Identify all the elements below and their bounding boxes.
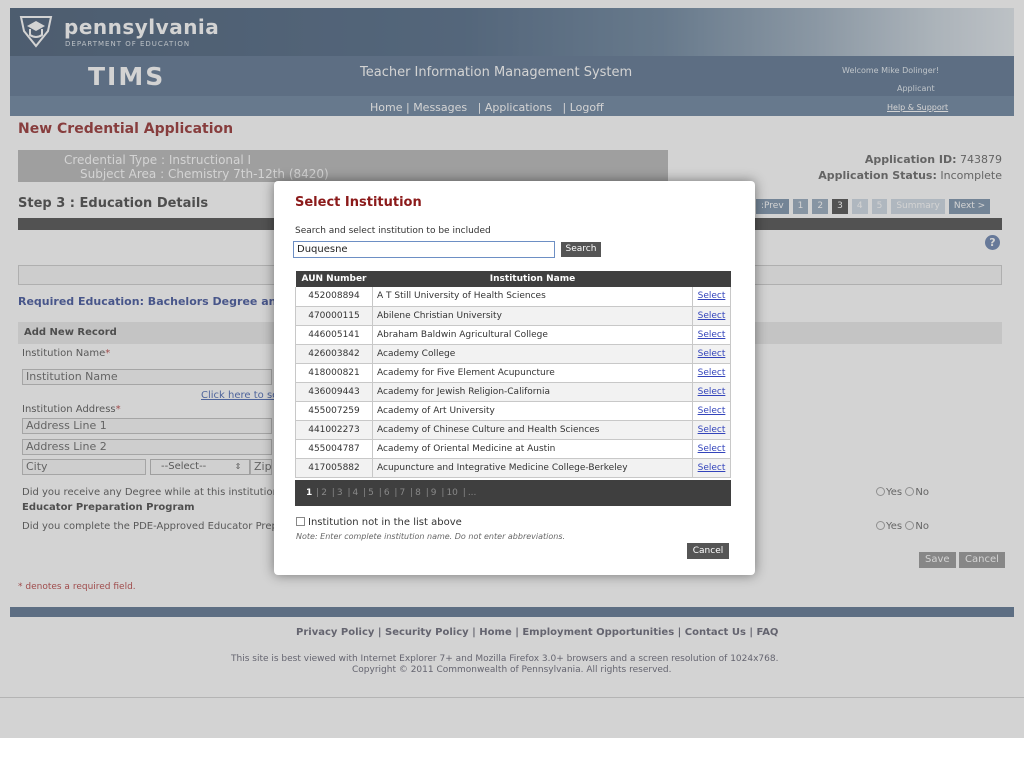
table-row: 418000821 Academy for Five Element Acupun… — [295, 363, 731, 383]
select-link[interactable]: Select — [692, 363, 731, 383]
modal-title: Select Institution — [295, 195, 422, 210]
page-3[interactable]: 3 — [337, 488, 343, 498]
select-link[interactable]: Select — [692, 344, 731, 364]
page-9[interactable]: 9 — [431, 488, 437, 498]
aun-number-cell: 446005141 — [295, 325, 373, 345]
aun-number-cell: 418000821 — [295, 363, 373, 383]
select-link[interactable]: Select — [692, 382, 731, 402]
institution-name-cell: Academy College — [372, 344, 693, 364]
institution-name-cell: Academy of Art University — [372, 401, 693, 421]
institution-name-cell: Acupuncture and Integrative Medicine Col… — [372, 458, 693, 478]
table-row: 441002273 Academy of Chinese Culture and … — [295, 420, 731, 440]
not-in-list-option[interactable]: Institution not in the list above — [296, 517, 462, 528]
modal-note: Note: Enter complete institution name. D… — [296, 532, 566, 541]
page-5[interactable]: 5 — [368, 488, 374, 498]
institution-name-cell: Academy of Chinese Culture and Health Sc… — [372, 420, 693, 440]
select-link[interactable]: Select — [692, 420, 731, 440]
table-row: 426003842 Academy College Select — [295, 344, 731, 364]
institution-name-cell: Academy of Oriental Medicine at Austin — [372, 439, 693, 459]
institution-name-cell: Academy for Five Element Acupuncture — [372, 363, 693, 383]
aun-number-cell: 426003842 — [295, 344, 373, 364]
not-in-list-checkbox[interactable] — [296, 517, 305, 526]
column-header-aun: AUN Number — [295, 271, 373, 287]
column-header-select — [692, 271, 731, 287]
select-link[interactable]: Select — [692, 306, 731, 326]
institution-name-cell: Abraham Baldwin Agricultural College — [372, 325, 693, 345]
aun-number-cell: 441002273 — [295, 420, 373, 440]
aun-number-cell: 417005882 — [295, 458, 373, 478]
page-7[interactable]: 7 — [399, 488, 405, 498]
institution-table: AUN Number Institution Name 452008894 A T… — [295, 271, 731, 478]
select-institution-modal: Select Institution Search and select ins… — [274, 181, 755, 575]
page-6[interactable]: 6 — [384, 488, 390, 498]
table-row: 470000115 Abilene Christian University Sel… — [295, 306, 731, 326]
page-2[interactable]: 2 — [321, 488, 327, 498]
select-link[interactable]: Select — [692, 401, 731, 421]
aun-number-cell: 436009443 — [295, 382, 373, 402]
page-1[interactable]: 1 — [306, 488, 312, 498]
page-more[interactable]: ... — [468, 488, 477, 498]
aun-number-cell: 455004787 — [295, 439, 373, 459]
not-in-list-label: Institution not in the list above — [308, 517, 462, 528]
page-10[interactable]: 10 — [446, 488, 457, 498]
table-row: 452008894 A T Still University of Health … — [295, 287, 731, 307]
table-row: 417005882 Acupuncture and Integrative Med… — [295, 458, 731, 478]
table-row: 446005141 Abraham Baldwin Agricultural Co… — [295, 325, 731, 345]
select-link[interactable]: Select — [692, 458, 731, 478]
bottom-area — [0, 738, 1024, 768]
page-4[interactable]: 4 — [353, 488, 359, 498]
select-link[interactable]: Select — [692, 287, 731, 307]
table-row: 436009443 Academy for Jewish Religion-Cal… — [295, 382, 731, 402]
institution-name-cell: Abilene Christian University — [372, 306, 693, 326]
modal-description: Search and select institution to be incl… — [295, 226, 491, 236]
pagination: 1 | 2 | 3 | 4 | 5 | 6 | 7 | 8 | 9 | 10 |... — [295, 480, 731, 506]
institution-name-cell: Academy for Jewish Religion-California — [372, 382, 693, 402]
select-link[interactable]: Select — [692, 325, 731, 345]
table-row: 455007259 Academy of Art University Select — [295, 401, 731, 421]
select-link[interactable]: Select — [692, 439, 731, 459]
institution-search-input[interactable]: Duquesne — [293, 241, 555, 258]
modal-cancel-button[interactable]: Cancel — [687, 543, 729, 559]
aun-number-cell: 452008894 — [295, 287, 373, 307]
page-8[interactable]: 8 — [415, 488, 421, 498]
aun-number-cell: 470000115 — [295, 306, 373, 326]
table-row: 455004787 Academy of Oriental Medicine at… — [295, 439, 731, 459]
institution-name-cell: A T Still University of Health Sciences — [372, 287, 693, 307]
aun-number-cell: 455007259 — [295, 401, 373, 421]
column-header-name: Institution Name — [372, 271, 693, 287]
search-button[interactable]: Search — [561, 242, 601, 257]
